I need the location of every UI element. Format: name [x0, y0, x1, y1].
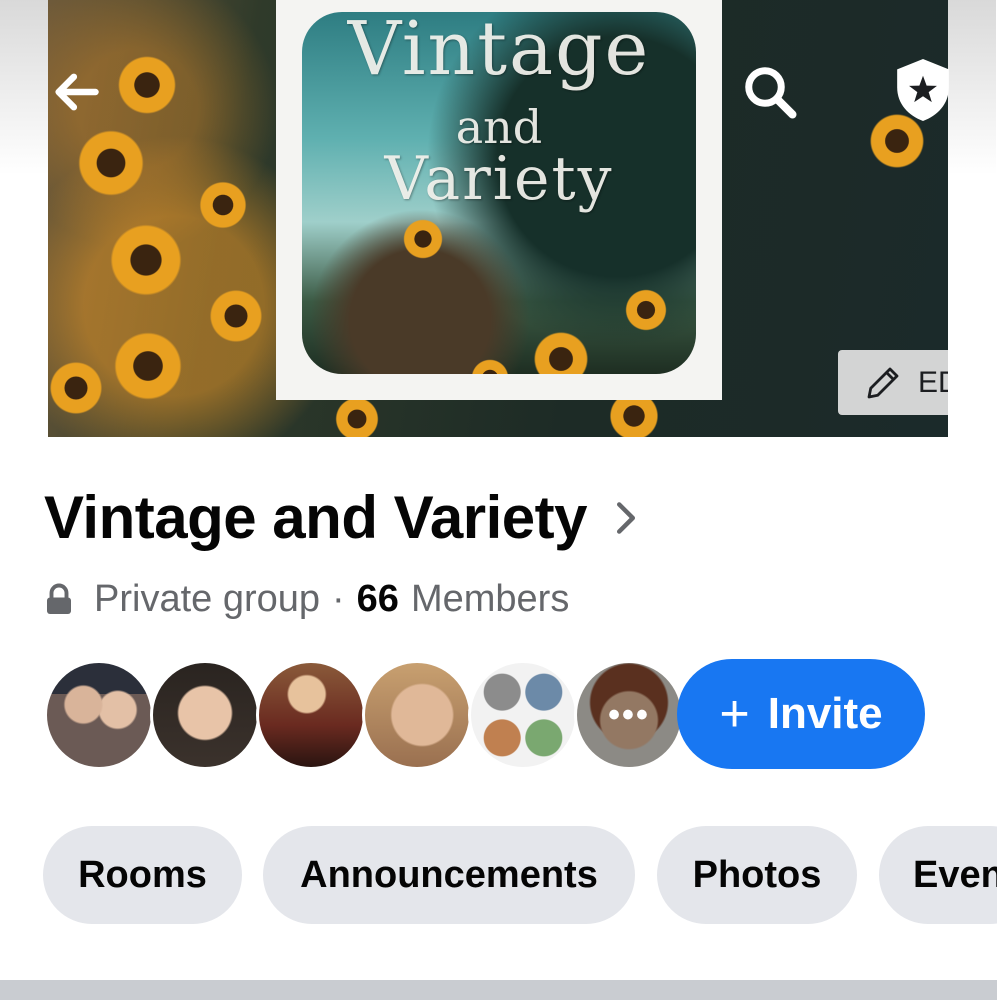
cover-artwork: Vintage and Variety — [302, 12, 696, 374]
tab-label: Rooms — [78, 853, 207, 896]
flower-decoration — [402, 218, 444, 260]
flower-decoration — [624, 288, 668, 332]
invite-label: Invite — [767, 689, 883, 738]
flower-decoration — [470, 358, 510, 374]
flower-decoration — [76, 128, 146, 198]
group-meta: Private group · 66 Members — [44, 575, 569, 623]
avatar[interactable] — [44, 660, 154, 770]
cover-left-margin — [0, 0, 48, 437]
group-page: Vintage and Variety EDIT Vintage and Var… — [0, 0, 997, 1000]
tab-announcements[interactable]: Announcements — [263, 826, 635, 924]
tab-label: Even — [913, 853, 997, 896]
section-divider — [0, 980, 997, 1000]
members-label[interactable]: Members — [411, 578, 569, 621]
invite-button[interactable]: + Invite — [677, 659, 925, 769]
tab-photos[interactable]: Photos — [657, 826, 857, 924]
member-count[interactable]: 66 — [357, 578, 399, 621]
group-name: Vintage and Variety — [44, 484, 587, 551]
flower-decoration — [198, 180, 248, 230]
cover-title-line-3: Variety — [384, 144, 614, 214]
flower-decoration — [108, 222, 184, 298]
chevron-right-icon — [616, 501, 635, 534]
avatar[interactable] — [256, 660, 366, 770]
tab-label: Photos — [692, 853, 822, 896]
avatar[interactable] — [150, 660, 260, 770]
group-name-link[interactable]: Vintage and Variety — [44, 483, 637, 552]
more-members-icon: ••• — [577, 663, 681, 767]
flower-decoration — [116, 54, 178, 116]
edit-label: EDIT — [918, 365, 948, 399]
admin-shield-star-icon[interactable] — [892, 56, 954, 124]
flower-decoration — [208, 288, 264, 344]
back-arrow-icon[interactable] — [50, 66, 102, 118]
separator-dot: · — [332, 577, 345, 620]
cover-frame: Vintage and Variety — [276, 0, 722, 400]
avatar-more[interactable]: ••• — [574, 660, 684, 770]
flower-decoration — [48, 360, 104, 416]
tab-events[interactable]: Even — [879, 826, 997, 924]
search-icon[interactable] — [740, 62, 800, 122]
tab-label: Announcements — [300, 853, 598, 896]
cover-right-margin — [948, 0, 996, 437]
flower-decoration — [532, 330, 590, 374]
avatar[interactable] — [362, 660, 472, 770]
pencil-icon — [867, 367, 899, 398]
flower-decoration — [112, 330, 184, 402]
tab-rooms[interactable]: Rooms — [43, 826, 242, 924]
cover-photo[interactable]: Vintage and Variety EDIT — [48, 0, 948, 437]
plus-icon: + — [719, 685, 750, 743]
edit-cover-button[interactable]: EDIT — [838, 350, 948, 415]
cover-title-line-1: Vintage — [347, 12, 651, 92]
avatar[interactable] — [468, 660, 578, 770]
lock-icon — [47, 583, 71, 614]
flower-decoration — [334, 396, 380, 437]
privacy-label: Private group — [94, 577, 321, 620]
